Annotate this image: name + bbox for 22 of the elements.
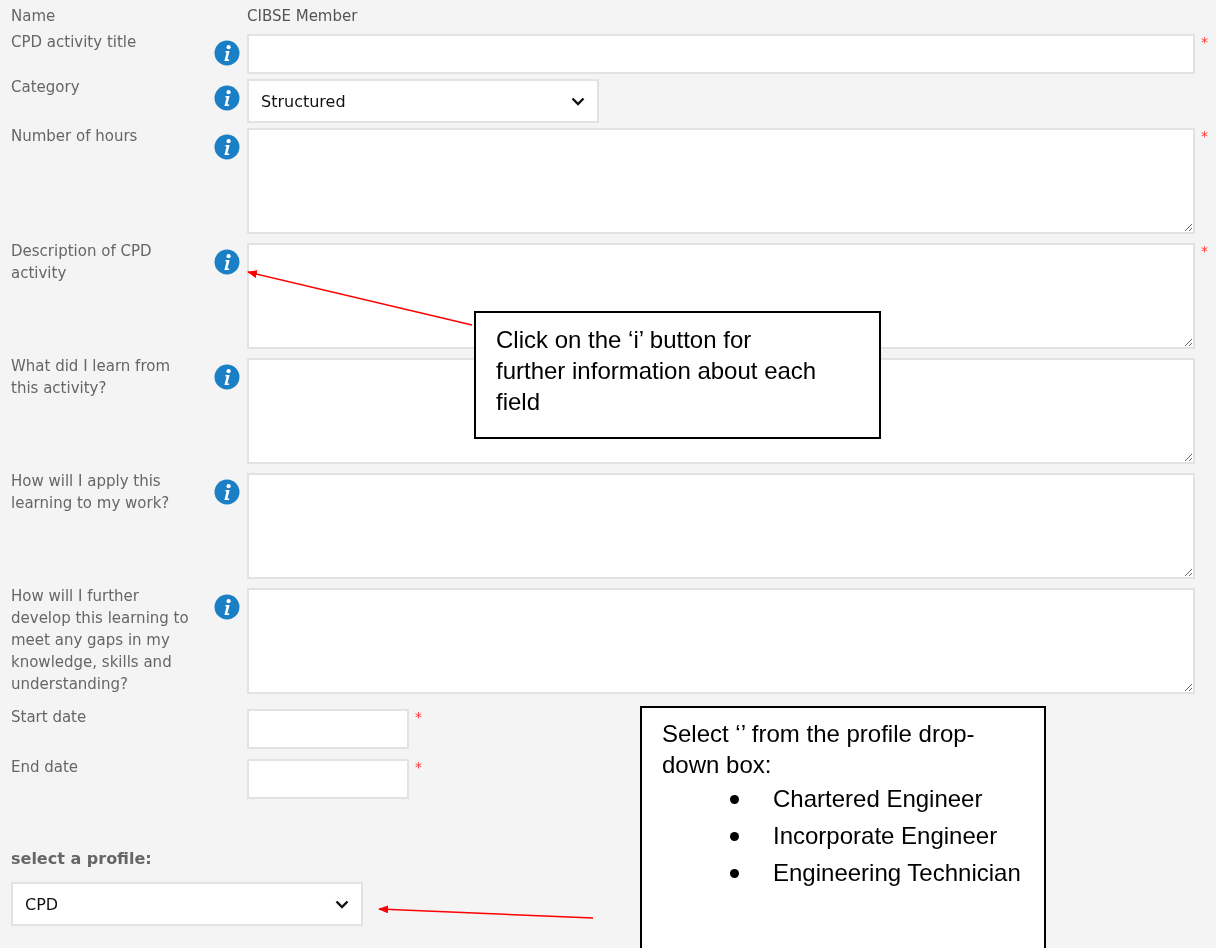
required-mark: * xyxy=(1200,34,1209,50)
callout-list-item: Engineering Technician xyxy=(773,858,1022,888)
profile-label: select a profile: xyxy=(11,849,153,868)
field-label: What did I learn from this activity? xyxy=(11,356,172,399)
field-label: Name xyxy=(11,6,57,27)
required-mark: * xyxy=(414,709,423,725)
field-label: Category xyxy=(11,77,81,98)
field-label: How will I further develop this learning to meet any gaps in my knowledge, skills and understanding? xyxy=(11,586,190,695)
callout-list-item: Incorporate Engineer xyxy=(773,821,999,851)
field-label: How will I apply this learning to my work? xyxy=(11,471,171,514)
required-mark: * xyxy=(1200,243,1209,259)
callout-list-item: Chartered Engineer xyxy=(773,784,984,814)
name-value: CIBSE Member xyxy=(247,6,358,27)
callout-text: Click on the ‘i’ button for further information about each field xyxy=(496,325,818,417)
field-label: Number of hours xyxy=(11,126,139,147)
field-label: Description of CPD activity xyxy=(11,241,153,284)
required-mark: * xyxy=(1200,128,1209,144)
required-mark: * xyxy=(414,759,423,775)
field-label: CPD activity title xyxy=(11,32,138,53)
field-label: Start date xyxy=(11,707,88,728)
callout-text: Select ‘’ from the profile drop-down box: xyxy=(662,719,976,780)
field-label: End date xyxy=(11,757,80,778)
